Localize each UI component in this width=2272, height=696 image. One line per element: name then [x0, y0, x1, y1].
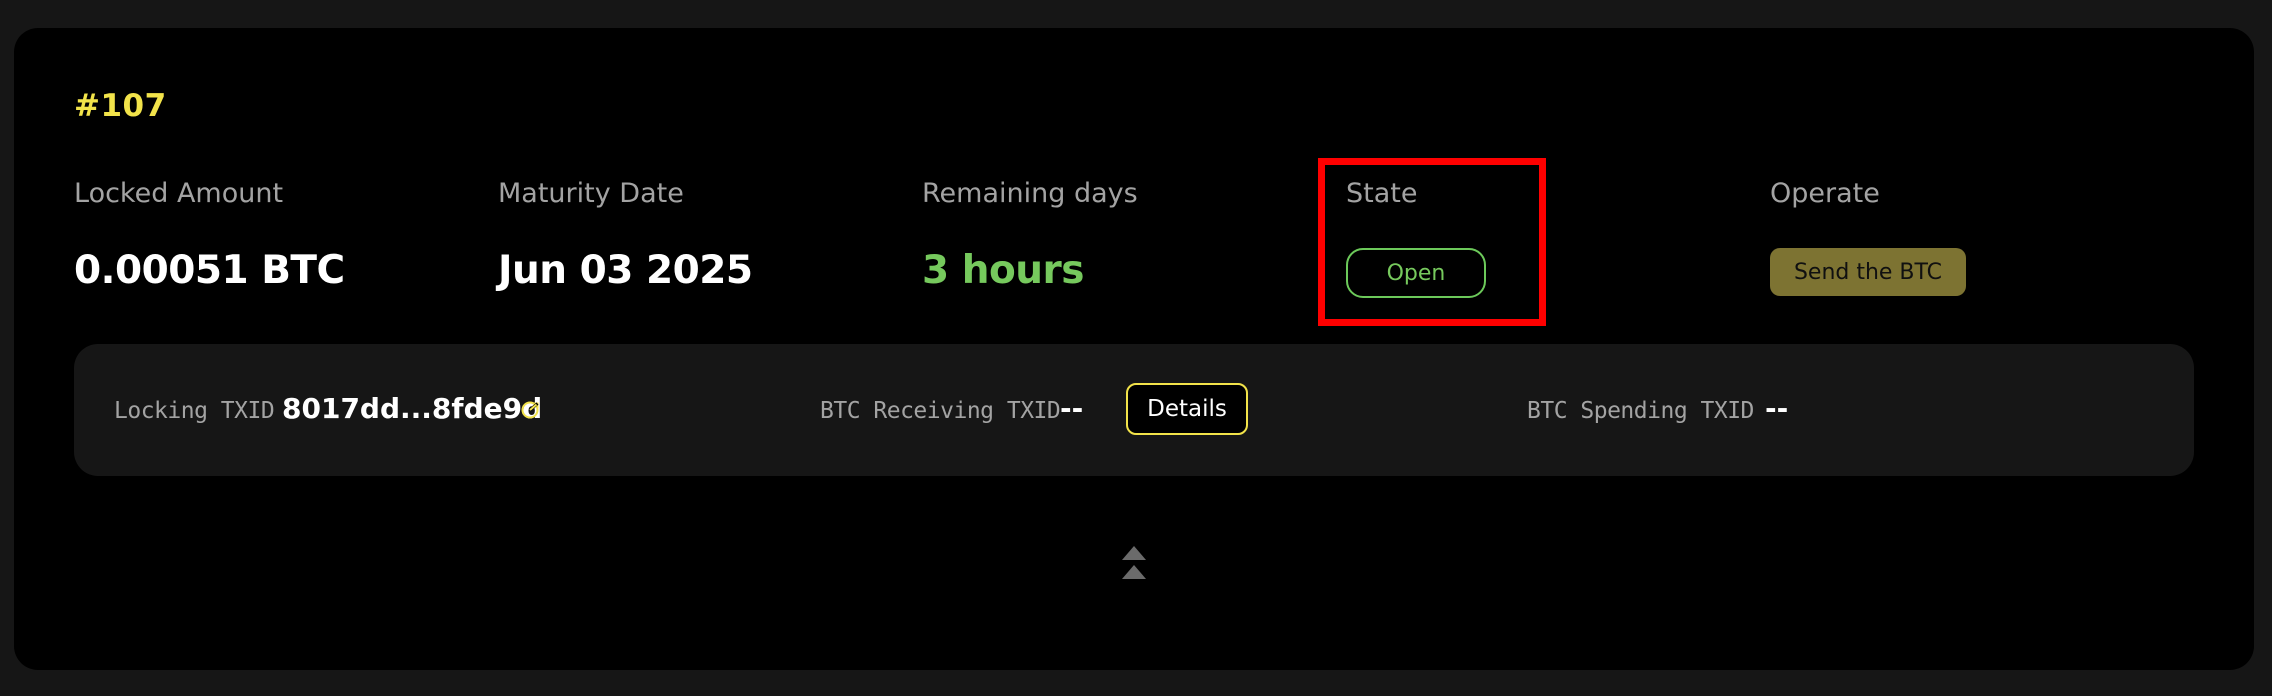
- btc-receiving-txid-label: BTC Receiving TXID: [820, 398, 1061, 424]
- locking-txid-label: Locking TXID: [114, 398, 275, 424]
- copy-icon[interactable]: [520, 400, 540, 420]
- details-button[interactable]: Details: [1126, 383, 1248, 435]
- locked-amount-label: Locked Amount: [74, 178, 284, 209]
- btc-receiving-txid-value: --: [1060, 392, 1084, 425]
- collapse-up-icon[interactable]: [1121, 546, 1147, 582]
- remaining-days-value: 3 hours: [922, 248, 1084, 293]
- send-btc-button[interactable]: Send the BTC: [1770, 248, 1966, 296]
- lock-id: #107: [74, 88, 167, 124]
- remaining-days-label: Remaining days: [922, 178, 1138, 209]
- state-highlight-box: [1318, 158, 1546, 326]
- maturity-date-label: Maturity Date: [498, 178, 684, 209]
- btc-spending-txid-value: --: [1765, 392, 1789, 425]
- locking-txid-value[interactable]: 8017dd...8fde9d: [282, 392, 542, 425]
- btc-spending-txid-label: BTC Spending TXID: [1527, 398, 1754, 424]
- locked-amount-value: 0.00051 BTC: [74, 248, 345, 293]
- operate-label: Operate: [1770, 178, 1880, 209]
- maturity-date-value: Jun 03 2025: [498, 248, 753, 293]
